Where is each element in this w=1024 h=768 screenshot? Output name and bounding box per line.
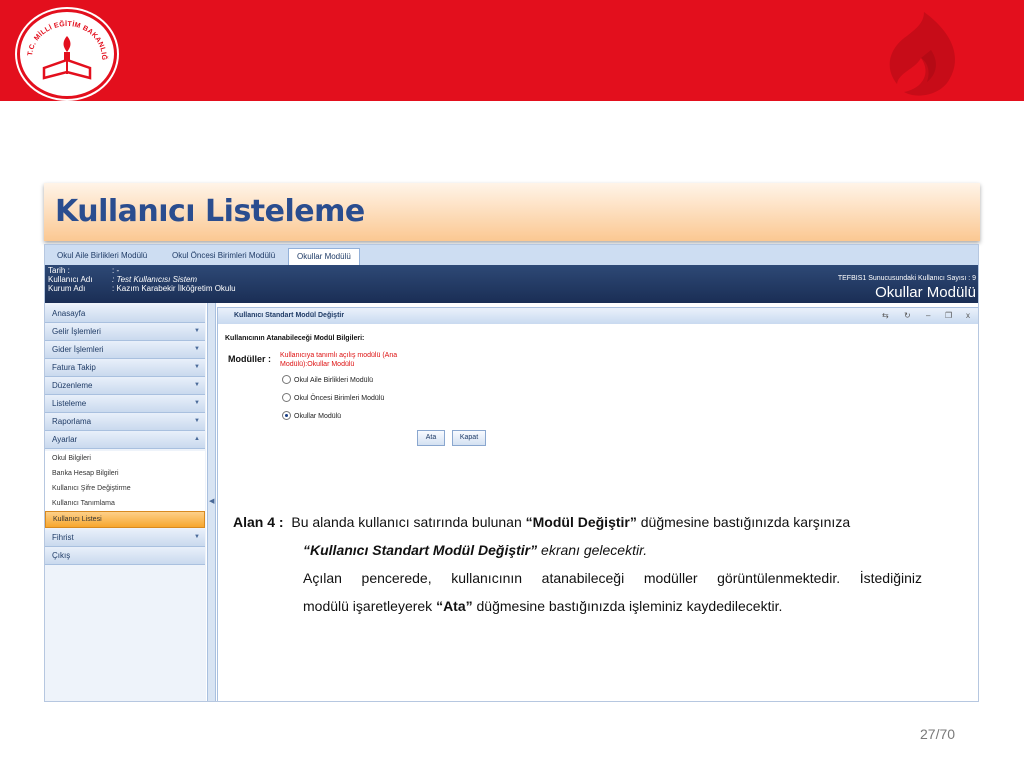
- sidebar-item-gelir-islemleri[interactable]: Gelir İşlemleri ▼: [45, 323, 205, 341]
- option-label: Okullar Modülü: [294, 413, 342, 420]
- tab-okul-aile-birlikleri[interactable]: Okul Aile Birlikleri Modülü: [49, 248, 155, 265]
- panel-header: Kullanıcı Standart Modül Değiştir ⇆ ↻ – …: [217, 307, 978, 325]
- submenu-item-sifre-degistirme[interactable]: Kullanıcı Şifre Değiştirme: [45, 481, 205, 496]
- submenu-item-banka-hesap[interactable]: Banka Hesap Bilgileri: [45, 466, 205, 481]
- application-window: Okul Aile Birlikleri Modülü Okul Öncesi …: [44, 244, 979, 702]
- submenu-item-kullanici-tanimlama[interactable]: Kullanıcı Tanımlama: [45, 496, 205, 511]
- sidebar-item-fatura-takip[interactable]: Fatura Takip ▼: [45, 359, 205, 377]
- tab-okullar-modulu[interactable]: Okullar Modülü: [288, 248, 360, 266]
- radio-button-selected[interactable]: [282, 410, 291, 420]
- option-label: Okul Öncesi Birimleri Modülü: [294, 395, 385, 402]
- server-user-count: TEFBIS1 Sunucusundaki Kullanıcı Sayısı :…: [837, 275, 976, 282]
- panel-title: Kullanıcı Standart Modül Değiştir: [234, 312, 345, 319]
- annotation-line1-post: düğmesine bastığınızda karşınıza: [640, 514, 851, 530]
- annotation-line3: Açılan pencerede, kullanıcının atanabile…: [303, 570, 922, 586]
- sidebar-item-label: Anasayfa: [52, 309, 86, 318]
- modules-label: Modüller :: [228, 354, 271, 364]
- chevron-down-icon: ▼: [194, 346, 200, 352]
- sidebar-item-label: Düzenleme: [52, 381, 93, 390]
- submenu-item-label: Banka Hesap Bilgileri: [52, 470, 119, 477]
- annotation-line1-pre: Bu alanda kullanıcı satırında bulunan: [291, 514, 522, 530]
- swap-icon[interactable]: ⇆: [882, 308, 889, 324]
- annotation-line2-bold-italic: “Kullanıcı Standart Modül Değiştir”: [303, 542, 538, 558]
- assign-button[interactable]: Ata: [417, 430, 445, 446]
- logo-emblem-icon: T.C. MİLLİ EĞİTİM BAKANLIĞI: [20, 12, 109, 80]
- sidebar-item-label: Gelir İşlemleri: [52, 327, 101, 336]
- minimize-icon[interactable]: –: [926, 308, 930, 324]
- school-value: : Kazım Karabekir İlköğretim Okulu: [112, 284, 236, 293]
- submenu-item-label: Okul Bilgileri: [52, 455, 91, 462]
- sidebar: Anasayfa Gelir İşlemleri ▼ Gider İşlemler…: [45, 303, 206, 701]
- chevron-down-icon: ▼: [194, 400, 200, 406]
- ministry-logo: T.C. MİLLİ EĞİTİM BAKANLIĞI: [17, 9, 117, 99]
- sidebar-item-label: Gider İşlemleri: [52, 345, 104, 354]
- annotation-line4-bold: “Ata”: [436, 598, 473, 614]
- annotation-line2-italic: ekranı gelecektir.: [541, 542, 648, 558]
- chevron-down-icon: ▼: [194, 534, 200, 540]
- session-info-bar: Tarih :: - Kullanıcı Adı: Test Kullanıcı…: [45, 265, 978, 303]
- chevron-up-icon: ▲: [194, 436, 200, 442]
- close-icon[interactable]: x: [966, 308, 970, 324]
- option-okul-oncesi-birimleri[interactable]: Okul Öncesi Birimleri Modülü: [282, 392, 385, 405]
- username-value: : Test Kullanıcısı Sistem: [112, 275, 198, 284]
- annotation-label: Alan 4 :: [233, 514, 284, 530]
- submenu-item-label: Kullanıcı Listesi: [53, 516, 102, 523]
- sidebar-item-duzenleme[interactable]: Düzenleme ▼: [45, 377, 205, 395]
- chevron-down-icon: ▼: [194, 382, 200, 388]
- sidebar-item-fihrist[interactable]: Fihrist ▼: [45, 529, 205, 547]
- chevron-down-icon: ▼: [194, 328, 200, 334]
- sidebar-item-cikis[interactable]: Çıkış: [45, 547, 205, 565]
- sidebar-splitter[interactable]: ◀: [207, 303, 216, 701]
- close-button[interactable]: Kapat: [452, 430, 486, 446]
- panel-body: Kullanıcının Atanabileceği Modül Bilgile…: [217, 324, 978, 701]
- option-label: Okul Aile Birlikleri Modülü: [294, 377, 373, 384]
- sidebar-item-label: Raporlama: [52, 417, 92, 426]
- annotation-line4-post: düğmesine bastığınızda işleminiz kaydedi…: [476, 598, 783, 614]
- slide-title: Kullanıcı Listeleme: [55, 194, 365, 229]
- page-number: 27/70: [920, 726, 956, 742]
- date-value: : -: [112, 266, 120, 275]
- submenu-item-label: Kullanıcı Tanımlama: [52, 500, 115, 507]
- module-tabstrip: Okul Aile Birlikleri Modülü Okul Öncesi …: [45, 245, 978, 266]
- refresh-icon[interactable]: ↻: [904, 308, 911, 324]
- radio-button[interactable]: [282, 374, 291, 384]
- header-band: T.C. MİLLİ EĞİTİM BAKANLIĞI: [0, 0, 1024, 101]
- school-key: Kurum Adı: [48, 284, 86, 293]
- option-okul-aile-birlikleri[interactable]: Okul Aile Birlikleri Modülü: [282, 374, 373, 387]
- radio-button[interactable]: [282, 392, 291, 402]
- current-module-name: Okullar Modülü: [875, 284, 976, 301]
- annotation-line4-pre: modülü işaretleyerek: [303, 598, 433, 614]
- sidebar-item-label: Ayarlar: [52, 435, 78, 444]
- sidebar-item-label: Fatura Takip: [52, 363, 96, 372]
- flame-watermark-icon: [889, 12, 955, 96]
- submenu-item-okul-bilgileri[interactable]: Okul Bilgileri: [45, 451, 205, 466]
- sidebar-item-label: Fihrist: [52, 533, 74, 542]
- sidebar-item-label: Çıkış: [52, 551, 71, 560]
- chevron-down-icon: ▼: [194, 364, 200, 370]
- sidebar-item-raporlama[interactable]: Raporlama ▼: [45, 413, 205, 431]
- maximize-icon[interactable]: ❐: [945, 308, 952, 324]
- submenu-item-label: Kullanıcı Şifre Değiştirme: [52, 485, 131, 492]
- option-okullar-modulu[interactable]: Okullar Modülü: [282, 410, 342, 423]
- sidebar-item-ayarlar[interactable]: Ayarlar ▲: [45, 431, 205, 449]
- sidebar-item-gider-islemleri[interactable]: Gider İşlemleri ▼: [45, 341, 205, 359]
- slide-title-bar: Kullanıcı Listeleme: [44, 183, 980, 241]
- sidebar-item-label: Listeleme: [52, 399, 87, 408]
- chevron-down-icon: ▼: [194, 418, 200, 424]
- sidebar-item-listeleme[interactable]: Listeleme ▼: [45, 395, 205, 413]
- collapse-arrow-icon[interactable]: ◀: [209, 497, 214, 505]
- tab-okul-oncesi-birimleri[interactable]: Okul Öncesi Birimleri Modülü: [164, 248, 283, 265]
- default-module-note: Kullanıcıya tanımlı açılış modülü (Ana M…: [280, 352, 398, 368]
- submenu-item-kullanici-listesi[interactable]: Kullanıcı Listesi: [45, 511, 205, 528]
- sidebar-item-anasayfa[interactable]: Anasayfa: [45, 305, 205, 323]
- annotation-line1-bold: “Modül Değiştir”: [525, 514, 637, 530]
- section-title: Kullanıcının Atanabileceği Modül Bilgile…: [225, 335, 365, 342]
